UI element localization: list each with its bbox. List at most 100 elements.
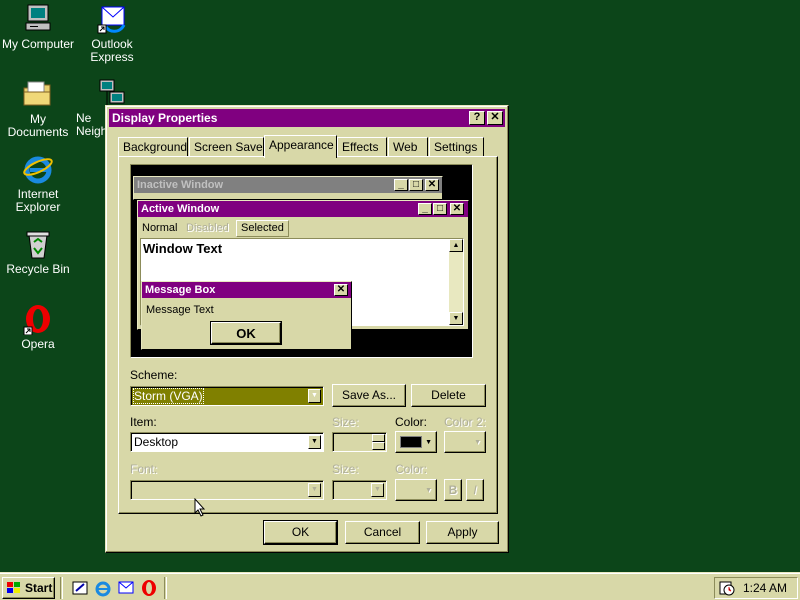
window-title: Display Properties [112, 111, 218, 125]
tab-settings[interactable]: Settings [429, 137, 484, 157]
font-select[interactable]: ▼ [130, 480, 324, 500]
item-color2-label: Color 2: [444, 415, 487, 429]
close-button[interactable]: ✕ [487, 111, 503, 125]
font-color-label: Color: [395, 462, 428, 476]
folder-icon [22, 78, 54, 110]
menu-disabled: Disabled [186, 222, 229, 234]
chevron-down-icon: ▼ [425, 487, 432, 494]
tab-appearance[interactable]: Appearance [264, 135, 337, 158]
italic-button[interactable]: I [466, 479, 484, 501]
inactive-window-title: Inactive Window [137, 179, 224, 191]
opera-icon[interactable] [140, 579, 158, 597]
taskbar: Start 1:24 AM [0, 572, 800, 600]
icon-label: Opera [21, 337, 55, 351]
message-box-title: Message Box [145, 284, 216, 296]
computer-icon [22, 3, 54, 35]
scrollbar: ▲ ▼ [449, 239, 463, 325]
maximize-icon: □ [409, 179, 423, 191]
chevron-down-icon[interactable]: ▼ [308, 435, 321, 449]
desktop-icon-my-computer[interactable]: My Computer [0, 3, 76, 51]
help-button[interactable]: ? [469, 111, 485, 125]
mouse-cursor-icon [194, 498, 206, 517]
desktop-icon-opera[interactable]: Opera [0, 303, 76, 351]
font-label: Font: [130, 462, 158, 476]
chevron-down-icon[interactable]: ▼ [371, 483, 384, 497]
internet-explorer-icon [22, 153, 54, 185]
desktop-icon-my-documents[interactable]: My Documents [0, 78, 76, 139]
bold-button[interactable]: B [444, 479, 462, 501]
apply-button[interactable]: Apply [426, 521, 499, 544]
font-size-label: Size: [332, 462, 359, 476]
spin-up-icon[interactable] [372, 434, 385, 442]
scheme-value: Storm (VGA) [133, 388, 204, 404]
scheduler-icon[interactable] [719, 580, 735, 596]
icon-label: My Documents [7, 112, 69, 139]
menu-selected: Selected [236, 220, 289, 237]
chevron-down-icon: ▼ [425, 439, 432, 446]
message-text: Message Text [146, 304, 214, 316]
item-color-picker[interactable]: ▼ [395, 431, 437, 453]
font-size-select[interactable]: ▼ [332, 480, 387, 500]
maximize-icon: □ [433, 203, 447, 215]
icon-label: Outlook Express [90, 37, 134, 64]
cancel-button[interactable]: Cancel [345, 521, 420, 544]
outlook-express-icon [96, 3, 128, 35]
item-color2-picker[interactable]: ▼ [444, 431, 486, 453]
item-label: Item: [130, 415, 157, 429]
ok-button[interactable]: OK [263, 520, 338, 545]
preview-inactive-window: Inactive Window _ □ ✕ [133, 176, 443, 200]
scheme-label: Scheme: [130, 368, 178, 382]
close-icon: ✕ [425, 179, 439, 191]
tab-background[interactable]: Background [118, 137, 188, 157]
scheme-preview[interactable]: Inactive Window _ □ ✕ Active Window _ □ … [130, 164, 473, 358]
recycle-bin-icon [22, 228, 54, 260]
clock[interactable]: 1:24 AM [743, 578, 787, 598]
tab-screen-saver[interactable]: Screen Saver [189, 137, 267, 157]
icon-label: Internet Explorer [15, 187, 61, 214]
taskbar-divider [60, 577, 63, 599]
system-tray: 1:24 AM [714, 577, 798, 599]
delete-button[interactable]: Delete [411, 384, 486, 407]
tab-web[interactable]: Web [388, 137, 428, 157]
item-size-spinner[interactable] [332, 432, 387, 452]
taskbar-divider [164, 577, 167, 599]
minimize-icon: _ [418, 203, 432, 215]
windows-logo-icon [7, 582, 20, 593]
start-button[interactable]: Start [2, 577, 55, 599]
item-select[interactable]: Desktop ▼ [130, 432, 324, 452]
internet-explorer-icon[interactable] [94, 579, 112, 597]
opera-icon [22, 303, 54, 336]
active-window-title: Active Window [141, 203, 220, 215]
close-icon: ✕ [334, 284, 348, 296]
tab-effects[interactable]: Effects [337, 137, 387, 157]
color-swatch [400, 436, 422, 448]
minimize-icon: _ [394, 179, 408, 191]
scheme-select[interactable]: Storm (VGA) ▼ [130, 386, 324, 406]
start-label: Start [25, 581, 53, 595]
scroll-up-icon: ▲ [449, 239, 463, 252]
display-properties-window: Display Properties ? ✕ Background Screen… [105, 105, 509, 553]
scroll-down-icon: ▼ [449, 312, 463, 325]
desktop-icon-outlook-express[interactable]: Outlook Express [74, 3, 150, 64]
item-size-label: Size: [332, 415, 359, 429]
outlook-express-icon[interactable] [117, 579, 135, 597]
icon-label: My Computer [1, 37, 75, 51]
close-icon: ✕ [450, 203, 464, 215]
save-as-button[interactable]: Save As... [332, 384, 406, 407]
message-ok-button: OK [210, 321, 282, 345]
show-desktop-icon[interactable] [71, 579, 89, 597]
desktop-icon-internet-explorer[interactable]: Internet Explorer [0, 153, 76, 214]
font-color-picker[interactable]: ▼ [395, 479, 437, 501]
item-value: Desktop [134, 435, 179, 449]
spin-down-icon[interactable] [372, 442, 385, 450]
window-titlebar[interactable]: Display Properties ? ✕ [109, 109, 505, 127]
window-text: Window Text [143, 241, 223, 256]
chevron-down-icon[interactable]: ▼ [308, 483, 321, 497]
chevron-down-icon: ▼ [474, 439, 481, 446]
icon-label: Ne Neigh [76, 111, 108, 138]
icon-label: Recycle Bin [6, 262, 70, 276]
preview-message-box: Message Box ✕ Message Text OK [141, 281, 352, 350]
menu-normal: Normal [142, 222, 178, 234]
desktop-icon-recycle-bin[interactable]: Recycle Bin [0, 228, 76, 276]
chevron-down-icon[interactable]: ▼ [308, 389, 321, 403]
